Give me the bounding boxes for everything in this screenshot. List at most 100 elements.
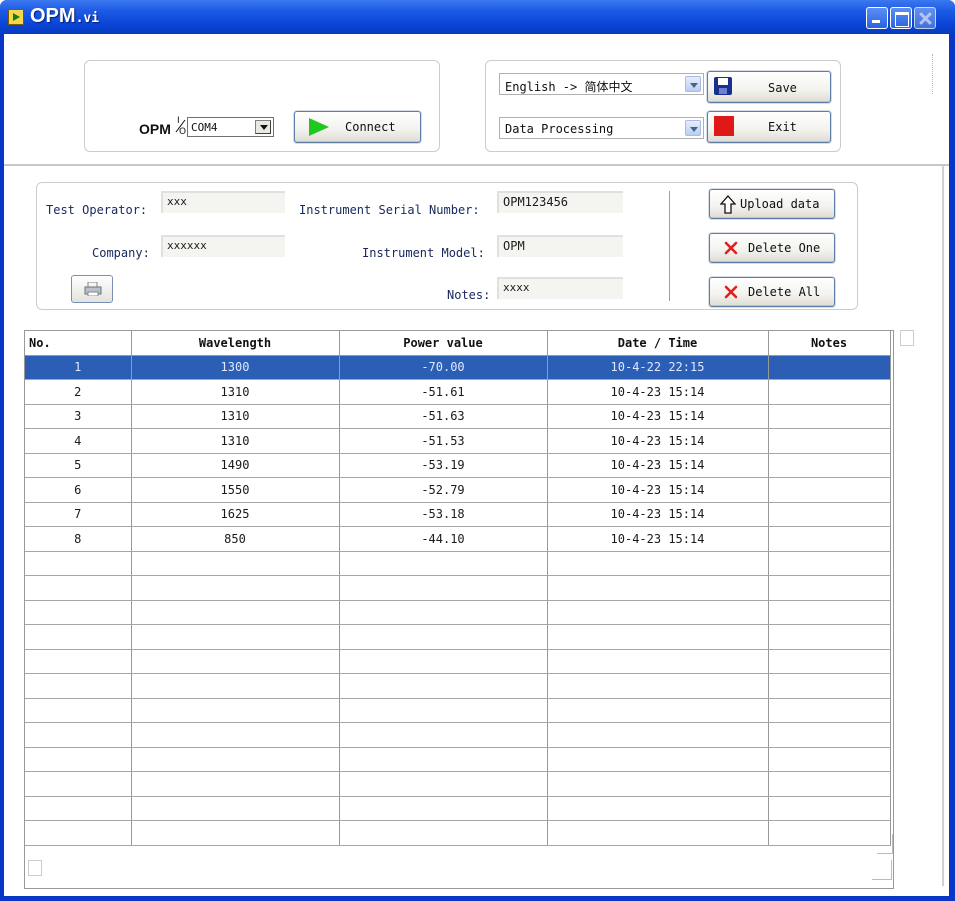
table-cell[interactable] (768, 649, 891, 674)
table-cell[interactable]: 1 (25, 355, 132, 380)
table-cell[interactable] (768, 796, 891, 821)
table-cell[interactable]: 1310 (131, 404, 340, 429)
table-cell[interactable]: 1310 (131, 428, 340, 454)
table-cell[interactable] (768, 600, 891, 625)
table-cell[interactable] (131, 820, 340, 846)
measurement-table[interactable]: No. Wavelength Power value Date / Time N… (24, 330, 894, 889)
table-cell[interactable] (131, 747, 340, 772)
table-cell[interactable] (768, 747, 891, 772)
table-cell[interactable] (547, 698, 769, 723)
table-cell[interactable]: 10-4-23 15:14 (547, 404, 769, 429)
minimize-button[interactable] (866, 7, 888, 29)
table-row[interactable] (25, 624, 891, 650)
company-field[interactable]: xxxxxx (161, 235, 285, 257)
table-cell[interactable]: -53.18 (339, 502, 548, 527)
table-cell[interactable] (131, 600, 340, 625)
table-cell[interactable] (768, 820, 891, 846)
mode-select[interactable]: Data Processing (499, 117, 704, 139)
table-cell[interactable]: 7 (25, 502, 132, 527)
table-cell[interactable] (547, 820, 769, 846)
table-cell[interactable] (547, 600, 769, 625)
table-row[interactable]: 8 850 -44.10 10-4-23 15:14 (25, 526, 891, 552)
table-cell[interactable] (25, 722, 132, 748)
table-cell[interactable] (25, 575, 132, 601)
table-cell[interactable]: 5 (25, 453, 132, 478)
table-row[interactable]: 4 1310 -51.53 10-4-23 15:14 (25, 428, 891, 454)
connect-button[interactable]: Connect (294, 111, 421, 143)
table-cell[interactable]: 10-4-23 15:14 (547, 477, 769, 503)
table-cell[interactable]: 1490 (131, 453, 340, 478)
table-cell[interactable]: 10-4-23 15:14 (547, 453, 769, 478)
table-cell[interactable] (547, 673, 769, 699)
table-cell[interactable] (768, 551, 891, 576)
table-cell[interactable] (768, 673, 891, 699)
table-scroll-up[interactable] (900, 330, 914, 346)
col-header-no[interactable]: No. (25, 331, 132, 356)
table-cell[interactable] (131, 796, 340, 821)
table-cell[interactable] (131, 698, 340, 723)
delete-one-button[interactable]: Delete One (709, 233, 835, 263)
table-row[interactable] (25, 698, 891, 723)
table-cell[interactable]: 10-4-23 15:14 (547, 428, 769, 454)
table-cell[interactable] (339, 575, 548, 601)
table-cell[interactable]: -53.19 (339, 453, 548, 478)
table-cell[interactable] (768, 771, 891, 797)
table-row[interactable]: 7 1625 -53.18 10-4-23 15:14 (25, 502, 891, 527)
table-cell[interactable] (768, 453, 891, 478)
table-cell[interactable] (768, 379, 891, 405)
table-cell[interactable] (547, 771, 769, 797)
table-cell[interactable]: -52.79 (339, 477, 548, 503)
table-cell[interactable]: 8 (25, 526, 132, 552)
table-cell[interactable]: 10-4-23 15:14 (547, 526, 769, 552)
print-button[interactable] (71, 275, 113, 303)
table-cell[interactable] (768, 477, 891, 503)
col-header-wavelength[interactable]: Wavelength (131, 331, 340, 356)
table-cell[interactable] (25, 624, 132, 650)
table-cell[interactable] (547, 551, 769, 576)
table-cell[interactable] (131, 722, 340, 748)
upload-data-button[interactable]: Upload data (709, 189, 835, 219)
table-cell[interactable]: 4 (25, 428, 132, 454)
table-cell[interactable] (25, 820, 132, 846)
table-cell[interactable] (339, 624, 548, 650)
save-button[interactable]: Save (707, 71, 831, 103)
table-cell[interactable] (25, 551, 132, 576)
table-cell[interactable] (339, 649, 548, 674)
table-cell[interactable] (131, 771, 340, 797)
close-button[interactable] (914, 7, 936, 29)
table-cell[interactable] (768, 526, 891, 552)
table-cell[interactable]: 1300 (131, 355, 340, 380)
table-cell[interactable]: -51.61 (339, 379, 548, 405)
table-row[interactable] (25, 796, 891, 821)
table-cell[interactable]: -51.63 (339, 404, 548, 429)
table-cell[interactable] (339, 796, 548, 821)
table-cell[interactable] (25, 673, 132, 699)
table-cell[interactable]: 10-4-22 22:15 (547, 355, 769, 380)
table-cell[interactable] (25, 796, 132, 821)
table-cell[interactable]: -44.10 (339, 526, 548, 552)
table-cell[interactable] (339, 551, 548, 576)
table-cell[interactable] (768, 575, 891, 601)
table-row[interactable] (25, 747, 891, 772)
title-bar[interactable]: OPM.vi (0, 0, 955, 34)
table-cell[interactable] (25, 600, 132, 625)
table-cell[interactable] (768, 404, 891, 429)
table-cell[interactable]: 3 (25, 404, 132, 429)
table-row[interactable] (25, 820, 891, 846)
table-cell[interactable] (547, 649, 769, 674)
table-row[interactable] (25, 649, 891, 674)
table-row[interactable]: 3 1310 -51.63 10-4-23 15:14 (25, 404, 891, 429)
serial-number-field[interactable]: OPM123456 (497, 191, 623, 213)
table-cell[interactable]: 6 (25, 477, 132, 503)
table-cell[interactable] (768, 698, 891, 723)
dropdown-arrow-icon[interactable] (685, 76, 701, 92)
table-cell[interactable] (768, 428, 891, 454)
table-cell[interactable]: 10-4-23 15:14 (547, 502, 769, 527)
dropdown-arrow-icon[interactable] (255, 120, 271, 134)
table-row[interactable]: 2 1310 -51.61 10-4-23 15:14 (25, 379, 891, 405)
table-row[interactable] (25, 722, 891, 748)
table-cell[interactable] (25, 698, 132, 723)
table-cell[interactable]: 1550 (131, 477, 340, 503)
col-header-date-time[interactable]: Date / Time (547, 331, 769, 356)
table-cell[interactable] (547, 722, 769, 748)
